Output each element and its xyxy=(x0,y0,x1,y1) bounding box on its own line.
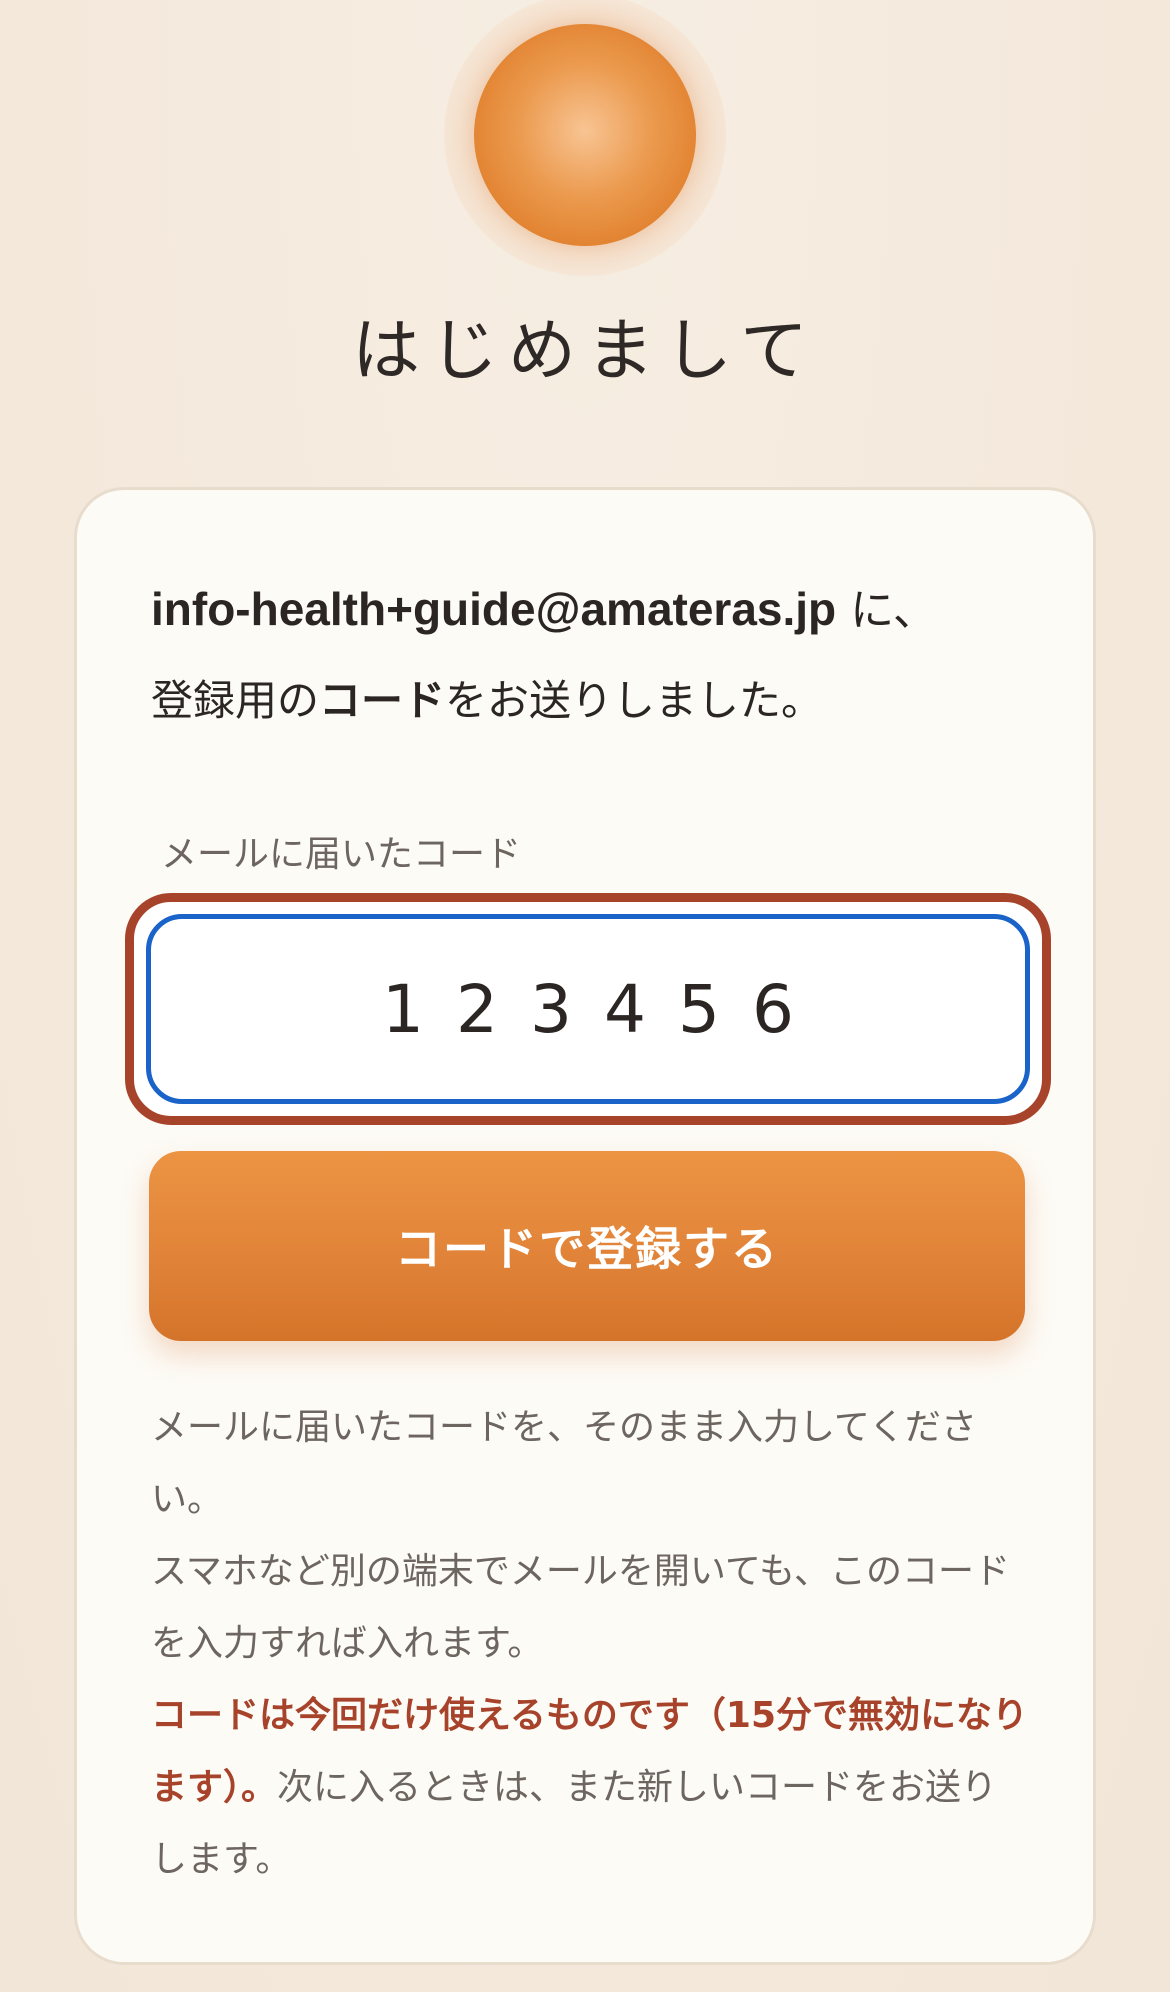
sun-logo-icon xyxy=(474,24,696,246)
intro-line2-suffix: をお送りしました。 xyxy=(445,676,824,725)
email-address: info-health+guide@amateras.jp xyxy=(151,583,837,635)
register-with-code-button[interactable]: コードで登録する xyxy=(149,1151,1025,1341)
intro-line2-strong: コード xyxy=(319,676,446,725)
verification-card: info-health+guide@amateras.jp に、 登録用のコード… xyxy=(74,487,1096,1965)
intro-email-line: info-health+guide@amateras.jp に、 xyxy=(151,582,937,638)
intro-line2-prefix: 登録用の xyxy=(151,676,320,725)
code-field-label: メールに届いたコード xyxy=(161,834,522,875)
help-paragraph-2: スマホなど別の端末でメールを開いても、このコードを入力すれば入れます。 xyxy=(151,1551,1010,1664)
code-input-focus-ring xyxy=(125,893,1051,1125)
intro-sent-line: 登録用のコードをお送りしました。 xyxy=(151,676,823,726)
intro-email-suffix: に、 xyxy=(836,585,937,636)
help-paragraph-3: コードは今回だけ使えるものです（15分で無効になります）。次に入るときは、また新… xyxy=(151,1680,1031,1896)
help-paragraph-1: メールに届いたコードを、そのまま入力してください。 xyxy=(151,1407,977,1520)
code-input[interactable] xyxy=(146,914,1030,1104)
help-paragraph-3-rest: 次に入るときは、また新しいコードをお送りします。 xyxy=(151,1767,998,1880)
page-title: はじめまして xyxy=(352,312,818,391)
help-text: メールに届いたコードを、そのまま入力してください。 スマホなど別の端末でメールを… xyxy=(151,1392,1031,1896)
